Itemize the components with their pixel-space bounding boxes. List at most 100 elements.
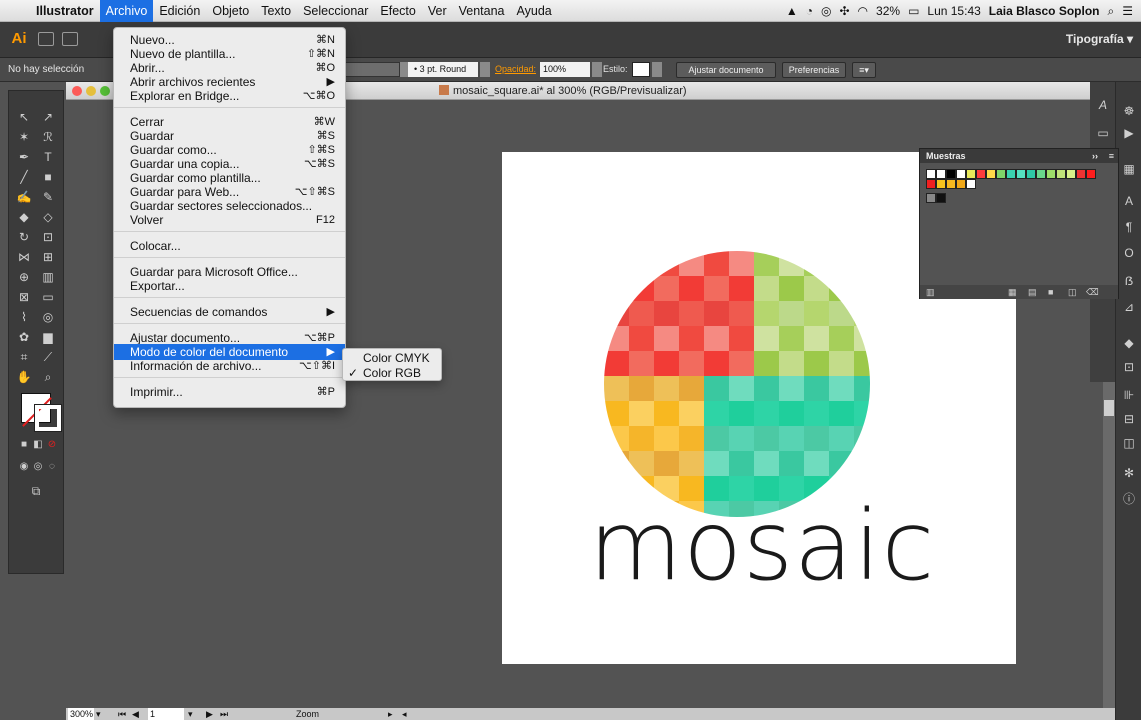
screen-mode-icon[interactable]: ⧉ xyxy=(27,483,45,499)
appearance-icon[interactable]: ◆ xyxy=(1121,336,1137,350)
menu-edicion[interactable]: Edición xyxy=(153,0,206,22)
user-name[interactable]: Laia Blasco Soplon xyxy=(989,4,1100,18)
swatch-options-icon[interactable]: ▤ xyxy=(1028,285,1037,299)
spotlight-icon[interactable]: ⌕ xyxy=(1108,4,1115,19)
zoom-dropdown-icon[interactable]: ▾ xyxy=(96,708,101,720)
color-rgb-item[interactable]: ✓ Color RGB xyxy=(343,366,441,381)
magic-wand-tool-icon[interactable]: ✶ xyxy=(15,129,33,145)
pathfinder-icon[interactable]: ⊟ xyxy=(1121,412,1137,426)
menu-texto[interactable]: Texto xyxy=(255,0,297,22)
vertical-scroll-thumb[interactable] xyxy=(1104,400,1114,416)
menu-app-illustrator[interactable]: Illustrator xyxy=(30,0,100,22)
file-menu-item[interactable]: Exportar... xyxy=(114,278,345,294)
color-guide-icon[interactable]: ☸ xyxy=(1121,104,1137,118)
notification-center-icon[interactable]: ☰ xyxy=(1122,4,1133,18)
swatch[interactable] xyxy=(926,179,936,189)
dropbox-icon[interactable]: ✣ xyxy=(839,4,849,18)
first-artboard-icon[interactable]: ⏮ xyxy=(118,708,126,720)
transform-icon[interactable]: ⊡ xyxy=(1121,360,1137,374)
swatch[interactable] xyxy=(966,169,976,179)
warning-icon[interactable]: ▲ xyxy=(786,4,798,18)
swatch[interactable] xyxy=(1066,169,1076,179)
character-icon[interactable]: A xyxy=(1121,194,1137,208)
opacity-field[interactable]: 100% xyxy=(540,62,590,77)
pen-tool-icon[interactable]: ✒ xyxy=(15,149,33,165)
swatch[interactable] xyxy=(1006,169,1016,179)
minimize-window-button[interactable] xyxy=(86,86,96,96)
panel-menu-icon[interactable]: ≡ xyxy=(1109,149,1114,163)
color-cmyk-item[interactable]: Color CMYK xyxy=(343,351,441,366)
shape-builder-tool-icon[interactable]: ⊕ xyxy=(15,269,33,285)
new-swatch-icon[interactable]: ◫ xyxy=(1068,285,1077,299)
paintbrush-tool-icon[interactable]: ✍ xyxy=(15,189,33,205)
none-mode-icon[interactable]: ⊘ xyxy=(43,437,61,453)
swatch[interactable] xyxy=(926,193,936,203)
graphic-style-swatch[interactable] xyxy=(632,62,650,77)
slice-tool-icon[interactable]: ⟋ xyxy=(39,349,57,365)
line-tool-icon[interactable]: ╱ xyxy=(15,169,33,185)
scroll-left-icon[interactable]: ◂ xyxy=(402,708,407,720)
swatch[interactable] xyxy=(946,169,956,179)
file-menu-item[interactable]: Colocar... xyxy=(114,238,345,254)
menu-seleccionar[interactable]: Seleccionar xyxy=(297,0,374,22)
bridge-button[interactable] xyxy=(38,32,54,46)
swatches-panel[interactable]: Muestras ›› ≡ ▥ ▦ ▤ ■ ◫ ⌫ xyxy=(919,148,1119,299)
swatch[interactable] xyxy=(1056,169,1066,179)
swatches-panel-header[interactable]: Muestras ›› ≡ xyxy=(920,149,1118,163)
swatch[interactable] xyxy=(996,169,1006,179)
graphic-style-dropdown[interactable] xyxy=(652,62,662,77)
zoom-field[interactable]: 300% xyxy=(68,708,94,720)
menu-ventana[interactable]: Ventana xyxy=(453,0,511,22)
paragraph-styles-icon[interactable]: ▭ xyxy=(1095,126,1111,140)
workspace-switcher[interactable]: Tipografía ▾ xyxy=(1066,32,1133,46)
rotate-tool-icon[interactable]: ↻ xyxy=(15,229,33,245)
preferences-button[interactable]: Preferencias xyxy=(782,62,846,78)
blend-tool-icon[interactable]: ◎ xyxy=(39,309,57,325)
column-graph-tool-icon[interactable]: ▆ xyxy=(39,329,57,345)
menu-efecto[interactable]: Efecto xyxy=(374,0,421,22)
blob-brush-tool-icon[interactable]: ◆ xyxy=(15,209,33,225)
swatch[interactable] xyxy=(946,179,956,189)
swatch[interactable] xyxy=(936,193,946,203)
opentype-icon[interactable]: O xyxy=(1121,246,1137,260)
swatch[interactable] xyxy=(926,169,936,179)
scale-tool-icon[interactable]: ⊡ xyxy=(39,229,57,245)
swatches-dock-icon[interactable]: ▦ xyxy=(1121,162,1137,176)
lasso-tool-icon[interactable]: ℛ xyxy=(39,129,57,145)
eraser-tool-icon[interactable]: ◇ xyxy=(39,209,57,225)
sync-icon[interactable]: ◔ xyxy=(806,4,813,18)
brush-definition[interactable]: • 3 pt. Round xyxy=(408,62,478,77)
align-icon[interactable]: ⊪ xyxy=(1121,388,1137,402)
stroke-weight-field[interactable] xyxy=(340,62,400,77)
arrange-documents-button[interactable] xyxy=(62,32,78,46)
new-color-group-icon[interactable]: ■ xyxy=(1048,285,1053,299)
play-actions-icon[interactable]: ▶ xyxy=(1121,126,1137,140)
file-menu-item[interactable]: Información de archivo... ⌥⇧⌘I xyxy=(114,358,345,374)
paragraph-icon[interactable]: ¶ xyxy=(1121,220,1137,234)
stroke-swatch[interactable] xyxy=(34,404,62,432)
info-icon[interactable]: ⓘ xyxy=(1121,492,1137,506)
show-swatch-kinds-icon[interactable]: ▦ xyxy=(1008,285,1017,299)
file-menu-item[interactable]: Secuencias de comandos ▶ xyxy=(114,304,345,320)
draw-inside-icon[interactable]: ◌ xyxy=(43,459,61,475)
hand-tool-icon[interactable]: ✋ xyxy=(15,369,33,385)
file-menu-item[interactable]: Imprimir... ⌘P xyxy=(114,384,345,400)
arrange-icon[interactable]: ≡▾ xyxy=(852,62,876,78)
previous-artboard-icon[interactable]: ◀ xyxy=(132,708,139,720)
close-window-button[interactable] xyxy=(72,86,82,96)
swatch[interactable] xyxy=(956,169,966,179)
swatch[interactable] xyxy=(936,179,946,189)
file-menu-item[interactable]: Explorar en Bridge... ⌥⌘O xyxy=(114,88,345,104)
swatch[interactable] xyxy=(936,169,946,179)
artboard-number-field[interactable]: 1 xyxy=(148,708,184,720)
menu-objeto[interactable]: Objeto xyxy=(206,0,255,22)
status-label[interactable]: Zoom xyxy=(296,708,319,720)
pencil-tool-icon[interactable]: ✎ xyxy=(39,189,57,205)
file-menu-item[interactable]: Volver F12 xyxy=(114,212,345,228)
document-setup-button[interactable]: Ajustar documento xyxy=(676,62,776,78)
artboard-dropdown-icon[interactable]: ▾ xyxy=(188,708,193,720)
swatch[interactable] xyxy=(1076,169,1086,179)
zoom-window-button[interactable] xyxy=(100,86,110,96)
battery-icon[interactable]: ▭ xyxy=(908,4,919,18)
swatch[interactable] xyxy=(1026,169,1036,179)
